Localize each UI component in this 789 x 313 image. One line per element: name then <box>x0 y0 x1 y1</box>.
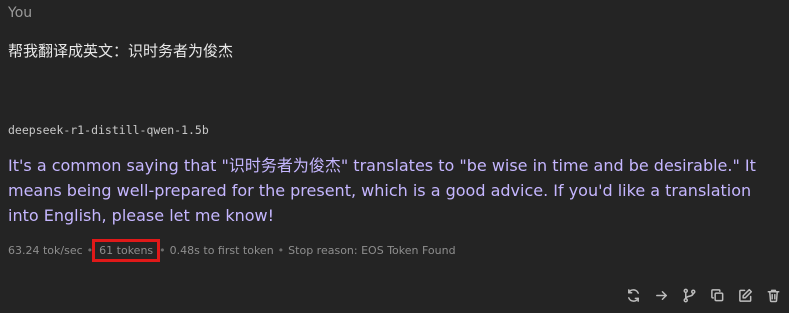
regenerate-icon <box>627 288 639 302</box>
stat-separator: • <box>159 244 166 257</box>
speed-stat: 63.24 tok/sec <box>8 244 83 257</box>
first-token-stat: 0.48s to first token <box>169 244 274 257</box>
continue-button[interactable] <box>651 286 671 304</box>
arrow-right-icon <box>655 290 667 300</box>
regenerate-button[interactable] <box>623 286 643 304</box>
stat-separator: • <box>277 244 285 257</box>
token-count-stat: 61 tokens <box>92 239 161 262</box>
message-actions <box>623 286 783 304</box>
generation-stats: 63.24 tok/sec • 61 tokens • 0.48s to fir… <box>8 239 456 262</box>
user-message: 帮我翻译成英文：识时务者为俊杰 <box>8 42 234 60</box>
assistant-message: It's a common saying that "识时务者为俊杰" tran… <box>8 156 756 225</box>
delete-button[interactable] <box>763 286 783 304</box>
copy-icon <box>710 288 723 301</box>
edit-icon <box>738 288 752 302</box>
trash-icon <box>767 289 779 302</box>
stat-separator: • <box>86 244 94 257</box>
branch-icon <box>683 288 695 302</box>
edit-button[interactable] <box>735 286 755 304</box>
branch-button[interactable] <box>679 286 699 304</box>
copy-button[interactable] <box>707 286 727 304</box>
user-name: You <box>8 5 33 21</box>
model-name: deepseek-r1-distill-qwen-1.5b <box>8 123 209 137</box>
stop-reason-stat: Stop reason: EOS Token Found <box>288 244 456 257</box>
